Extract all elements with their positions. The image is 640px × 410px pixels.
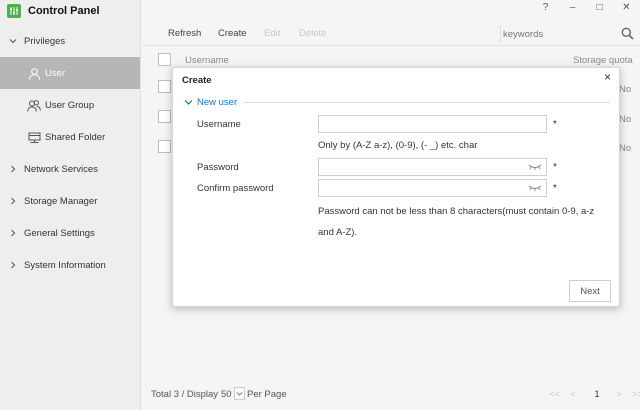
edit-button[interactable]: Edit: [264, 28, 280, 39]
sidebar-group-label: Privileges: [24, 35, 66, 47]
section-divider: [243, 101, 610, 103]
sidebar-group-label: System Information: [24, 259, 106, 271]
window-controls: ? – □ ✕: [532, 0, 640, 14]
chevron-down-icon: [236, 391, 243, 396]
toolbar: Refresh Create Edit Delete: [142, 22, 640, 46]
chevron-right-icon: [8, 164, 18, 174]
app-title: Control Panel: [28, 5, 100, 17]
sidebar-group-label: Storage Manager: [24, 195, 98, 207]
sidebar-group-label: Network Services: [24, 163, 98, 175]
minimize-button[interactable]: –: [559, 0, 586, 14]
delete-button[interactable]: Delete: [299, 28, 326, 39]
confirm-password-field: [318, 179, 547, 197]
per-page-dropdown[interactable]: [234, 387, 245, 400]
search-icon[interactable]: [621, 27, 634, 43]
per-page-label: Per Page: [247, 389, 287, 400]
next-button[interactable]: Next: [569, 280, 611, 302]
prev-page-button[interactable]: <: [564, 389, 582, 399]
maximize-button[interactable]: □: [586, 0, 613, 14]
confirm-password-input[interactable]: [319, 180, 546, 196]
sidebar: Control Panel Privileges User User Group: [0, 0, 141, 410]
last-page-button[interactable]: >>: [628, 389, 640, 399]
shared-folder-icon: [27, 130, 41, 144]
sidebar-group-network-services[interactable]: Network Services: [0, 153, 140, 185]
required-marker: *: [553, 162, 557, 173]
password-label: Password: [197, 162, 239, 173]
per-page-value: 50: [221, 389, 232, 400]
refresh-button[interactable]: Refresh: [168, 28, 201, 39]
sidebar-item-label: Shared Folder: [45, 131, 106, 143]
pagination: << < 1 > >>: [546, 389, 640, 399]
required-marker: *: [553, 183, 557, 194]
confirm-password-label: Confirm password: [197, 183, 274, 194]
eye-closed-icon[interactable]: [528, 184, 542, 195]
column-header-storage-quota[interactable]: Storage quota: [573, 55, 633, 66]
row-storage-quota: No: [619, 114, 632, 125]
next-page-button[interactable]: >: [610, 389, 628, 399]
sidebar-group-system-information[interactable]: System Information: [0, 249, 140, 281]
sidebar-group-privileges[interactable]: Privileges: [0, 25, 140, 57]
control-panel-logo-icon: [7, 4, 21, 18]
sidebar-group-storage-manager[interactable]: Storage Manager: [0, 185, 140, 217]
dialog-title: Create: [182, 75, 212, 86]
username-hint: Only by (A-Z a-z), (0-9), (- _) etc. cha…: [318, 140, 478, 151]
row-checkbox[interactable]: [158, 140, 171, 153]
dialog-close-button[interactable]: ×: [604, 71, 611, 83]
sidebar-item-label: User Group: [45, 99, 95, 111]
close-window-button[interactable]: ✕: [613, 0, 640, 14]
first-page-button[interactable]: <<: [546, 389, 564, 399]
username-label: Username: [197, 119, 241, 130]
password-hint: Password can not be less than 8 characte…: [318, 206, 595, 238]
sidebar-group-general-settings[interactable]: General Settings: [0, 217, 140, 249]
table-footer: Total 3 / Display 50 Per Page << < 1 > >…: [142, 386, 640, 402]
user-group-icon: [27, 98, 41, 112]
row-checkbox[interactable]: [158, 110, 171, 123]
sidebar-group-label: General Settings: [24, 227, 95, 239]
username-field: [318, 115, 547, 133]
create-user-dialog: Create × New user Username * Only by (A-…: [172, 67, 620, 307]
search-box: [500, 25, 638, 43]
sidebar-item-user[interactable]: User: [0, 57, 140, 89]
chevron-right-icon: [8, 196, 18, 206]
column-header-username[interactable]: Username: [185, 55, 229, 66]
password-field: [318, 158, 547, 176]
row-storage-quota: No: [619, 84, 632, 95]
chevron-right-icon: [8, 228, 18, 238]
sidebar-item-shared-folder[interactable]: Shared Folder: [0, 121, 140, 153]
username-input[interactable]: [319, 116, 546, 132]
sidebar-nav: Privileges User User Group Shared Folder: [0, 25, 140, 281]
app-header: Control Panel: [0, 0, 140, 22]
select-all-checkbox[interactable]: [158, 53, 171, 66]
chevron-right-icon: [8, 260, 18, 270]
eye-closed-icon[interactable]: [528, 163, 542, 174]
section-header-new-user[interactable]: New user: [184, 96, 610, 108]
chevron-down-icon: [8, 36, 18, 46]
sidebar-item-user-group[interactable]: User Group: [0, 89, 140, 121]
sidebar-item-label: User: [45, 67, 66, 79]
required-marker: *: [553, 119, 557, 130]
user-icon: [27, 66, 41, 80]
password-input[interactable]: [319, 159, 546, 175]
help-button[interactable]: ?: [532, 0, 559, 14]
chevron-down-icon: [184, 99, 193, 106]
total-count: Total 3 / Display: [151, 389, 219, 400]
create-button[interactable]: Create: [218, 28, 247, 39]
current-page[interactable]: 1: [588, 389, 606, 399]
row-checkbox[interactable]: [158, 80, 171, 93]
search-input[interactable]: [501, 25, 611, 43]
row-storage-quota: No: [619, 143, 632, 154]
section-title: New user: [197, 96, 238, 108]
